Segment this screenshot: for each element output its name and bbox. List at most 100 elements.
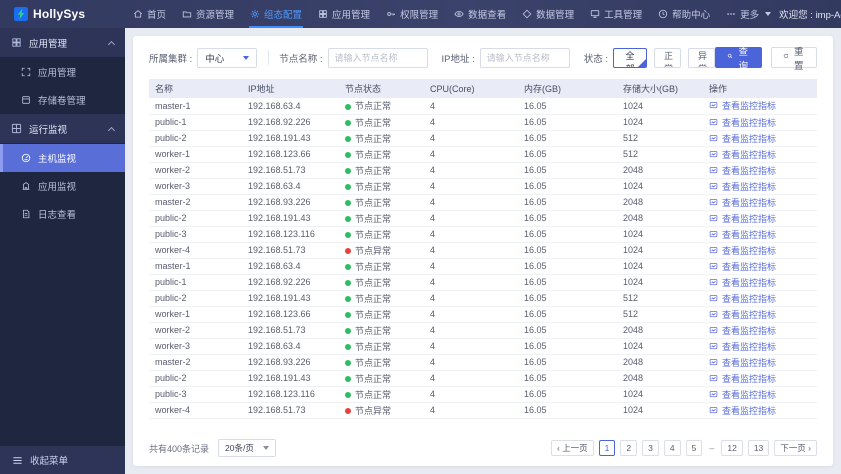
status-filter-status-all[interactable]: 全部状态 bbox=[613, 47, 648, 68]
node-name-cell: public-2 bbox=[149, 130, 242, 147]
filter-bar: 所属集群 : 中心 节点名称 : IP地址 : 状态 : 全部状态正常异常 查询 bbox=[133, 36, 833, 77]
storage-cell: 512 bbox=[617, 306, 703, 323]
memory-cell: 16.05 bbox=[518, 258, 617, 275]
action-cell: 查看监控指标 bbox=[703, 306, 817, 323]
nav-item-label: 应用管理 bbox=[332, 10, 371, 21]
memory-cell: 16.05 bbox=[518, 386, 617, 403]
nav-item-data-view[interactable]: 数据查看 bbox=[446, 0, 514, 28]
node-name-input[interactable] bbox=[327, 47, 428, 68]
view-metrics-link[interactable]: 查看监控指标 bbox=[709, 180, 776, 193]
page-button-12[interactable]: 12 bbox=[721, 440, 743, 456]
view-metrics-link[interactable]: 查看监控指标 bbox=[709, 196, 776, 209]
search-button[interactable]: 查询 bbox=[714, 47, 762, 72]
monitor-icon bbox=[590, 9, 600, 19]
eye-icon bbox=[454, 9, 464, 19]
view-metrics-link[interactable]: 查看监控指标 bbox=[709, 148, 776, 161]
cpu-cell: 4 bbox=[424, 178, 518, 195]
status-filter-status-normal[interactable]: 正常 bbox=[654, 47, 682, 68]
metric-icon bbox=[709, 101, 718, 110]
action-cell: 查看监控指标 bbox=[703, 322, 817, 339]
node-table-wrap: 名称 IP地址 节点状态 CPU(Core) 内存(GB) 存储大小(GB) 操作 mast… bbox=[133, 77, 833, 432]
nav-item-app-mgmt[interactable]: 应用管理 bbox=[310, 0, 378, 28]
total-records-text: 共有400条记录 bbox=[149, 443, 210, 454]
cpu-cell: 4 bbox=[424, 354, 518, 371]
view-metrics-link[interactable]: 查看监控指标 bbox=[709, 228, 776, 241]
pager: ‹ 上一页 1 2 3 4 5–12 13 下一页 › bbox=[550, 440, 817, 456]
status-text: 节点正常 bbox=[355, 277, 392, 288]
page-button-13[interactable]: 13 bbox=[747, 440, 770, 456]
view-metrics-link[interactable]: 查看监控指标 bbox=[709, 404, 776, 417]
storage-cell: 512 bbox=[617, 290, 703, 307]
node-ip-cell: 192.168.123.66 bbox=[242, 306, 339, 323]
view-metrics-link[interactable]: 查看监控指标 bbox=[709, 388, 776, 401]
ip-input[interactable] bbox=[479, 47, 570, 68]
cluster-label: 所属集群 : bbox=[149, 53, 193, 65]
page-button-5[interactable]: 5 bbox=[685, 440, 703, 456]
view-metrics-link[interactable]: 查看监控指标 bbox=[709, 260, 776, 273]
status-filter-status-abnormal[interactable]: 异常 bbox=[688, 47, 715, 68]
collapse-menu-button[interactable]: 收起菜单 bbox=[0, 446, 125, 474]
action-cell: 查看监控指标 bbox=[703, 370, 817, 387]
nav-item-help-center[interactable]: 帮助中心 bbox=[650, 0, 718, 28]
view-metrics-link[interactable]: 查看监控指标 bbox=[709, 244, 776, 257]
sidebar-group-app-mgmt-group[interactable]: 应用管理 bbox=[0, 28, 125, 57]
filter-divider bbox=[267, 50, 269, 65]
table-row: worker-3 192.168.63.4 节点正常 4 16.05 1024 查看监控指标 bbox=[149, 338, 817, 355]
nav-item-tool-mgmt[interactable]: 工具管理 bbox=[582, 0, 650, 28]
cluster-select[interactable]: 中心 bbox=[197, 47, 257, 68]
view-metrics-link[interactable]: 查看监控指标 bbox=[709, 99, 776, 112]
building-icon bbox=[21, 181, 31, 191]
table-row: master-1 192.168.63.4 节点正常 4 16.05 1024 查看监控指标 bbox=[149, 258, 817, 275]
status-text: 节点正常 bbox=[355, 261, 392, 272]
view-metrics-link[interactable]: 查看监控指标 bbox=[709, 308, 776, 321]
status-dot-normal bbox=[345, 360, 351, 367]
prev-page-button[interactable]: ‹ 上一页 bbox=[550, 440, 594, 456]
view-metrics-link[interactable]: 查看监控指标 bbox=[709, 212, 776, 225]
view-metrics-link[interactable]: 查看监控指标 bbox=[709, 324, 776, 337]
page-button-4[interactable]: 4 bbox=[663, 440, 681, 456]
view-metrics-link[interactable]: 查看监控指标 bbox=[709, 340, 776, 353]
sidebar-group-run-monitor-group[interactable]: 运行监视 bbox=[0, 114, 125, 143]
metric-icon bbox=[709, 230, 718, 239]
sidebar-item-app-monitor[interactable]: 应用监视 bbox=[0, 172, 125, 200]
nav-item-more[interactable]: 更多 bbox=[718, 0, 779, 28]
node-table: 名称 IP地址 节点状态 CPU(Core) 内存(GB) 存储大小(GB) 操作 mast… bbox=[149, 79, 817, 419]
view-metrics-link[interactable]: 查看监控指标 bbox=[709, 164, 776, 177]
nav-item-config[interactable]: 组态配置 bbox=[242, 0, 310, 28]
reset-button[interactable]: 重置 bbox=[770, 47, 818, 72]
storage-cell: 1024 bbox=[617, 338, 703, 355]
page-button-1[interactable]: 1 bbox=[598, 440, 616, 456]
storage-cell: 1024 bbox=[617, 386, 703, 403]
page-size-select[interactable]: 20条/页 bbox=[218, 439, 277, 457]
memory-cell: 16.05 bbox=[518, 338, 617, 355]
status-dot-normal bbox=[345, 136, 351, 143]
page-button-2[interactable]: 2 bbox=[620, 440, 638, 456]
nav-item-data-mgmt[interactable]: 数据管理 bbox=[514, 0, 582, 28]
node-status-cell: 节点正常 bbox=[339, 290, 424, 307]
sidebar: 应用管理 应用管理 存储卷管理 运行监视 主机监视 应用监视 日志查看 收起菜单 bbox=[0, 28, 125, 474]
storage-cell: 1024 bbox=[617, 242, 703, 259]
view-metrics-link[interactable]: 查看监控指标 bbox=[709, 132, 776, 145]
status-filter-group: 全部状态正常异常 bbox=[613, 47, 715, 68]
logo[interactable]: HollySys bbox=[0, 7, 125, 21]
sidebar-item-app-mgmt[interactable]: 应用管理 bbox=[0, 58, 125, 86]
view-metrics-link[interactable]: 查看监控指标 bbox=[709, 116, 776, 129]
view-metrics-label: 查看监控指标 bbox=[722, 373, 777, 384]
sidebar-item-storage-volume-mgmt[interactable]: 存储卷管理 bbox=[0, 86, 125, 114]
page-button-3[interactable]: 3 bbox=[642, 440, 659, 456]
sidebar-item-host-monitor[interactable]: 主机监视 bbox=[0, 144, 125, 172]
nav-item-permission-mgmt[interactable]: 权限管理 bbox=[378, 0, 446, 28]
next-page-button[interactable]: 下一页 › bbox=[774, 440, 817, 456]
status-text: 节点正常 bbox=[355, 357, 392, 368]
sidebar-item-log-view[interactable]: 日志查看 bbox=[0, 200, 125, 228]
view-metrics-link[interactable]: 查看监控指标 bbox=[709, 356, 776, 369]
memory-cell: 16.05 bbox=[518, 130, 617, 147]
view-metrics-link[interactable]: 查看监控指标 bbox=[709, 276, 776, 289]
metric-icon bbox=[709, 198, 718, 207]
nav-item-home[interactable]: 首页 bbox=[125, 0, 174, 28]
view-metrics-link[interactable]: 查看监控指标 bbox=[709, 292, 776, 305]
view-metrics-link[interactable]: 查看监控指标 bbox=[709, 372, 776, 385]
action-cell: 查看监控指标 bbox=[703, 178, 817, 195]
nav-item-resource-mgmt[interactable]: 资源管理 bbox=[174, 0, 242, 28]
node-status-cell: 节点正常 bbox=[339, 306, 424, 323]
